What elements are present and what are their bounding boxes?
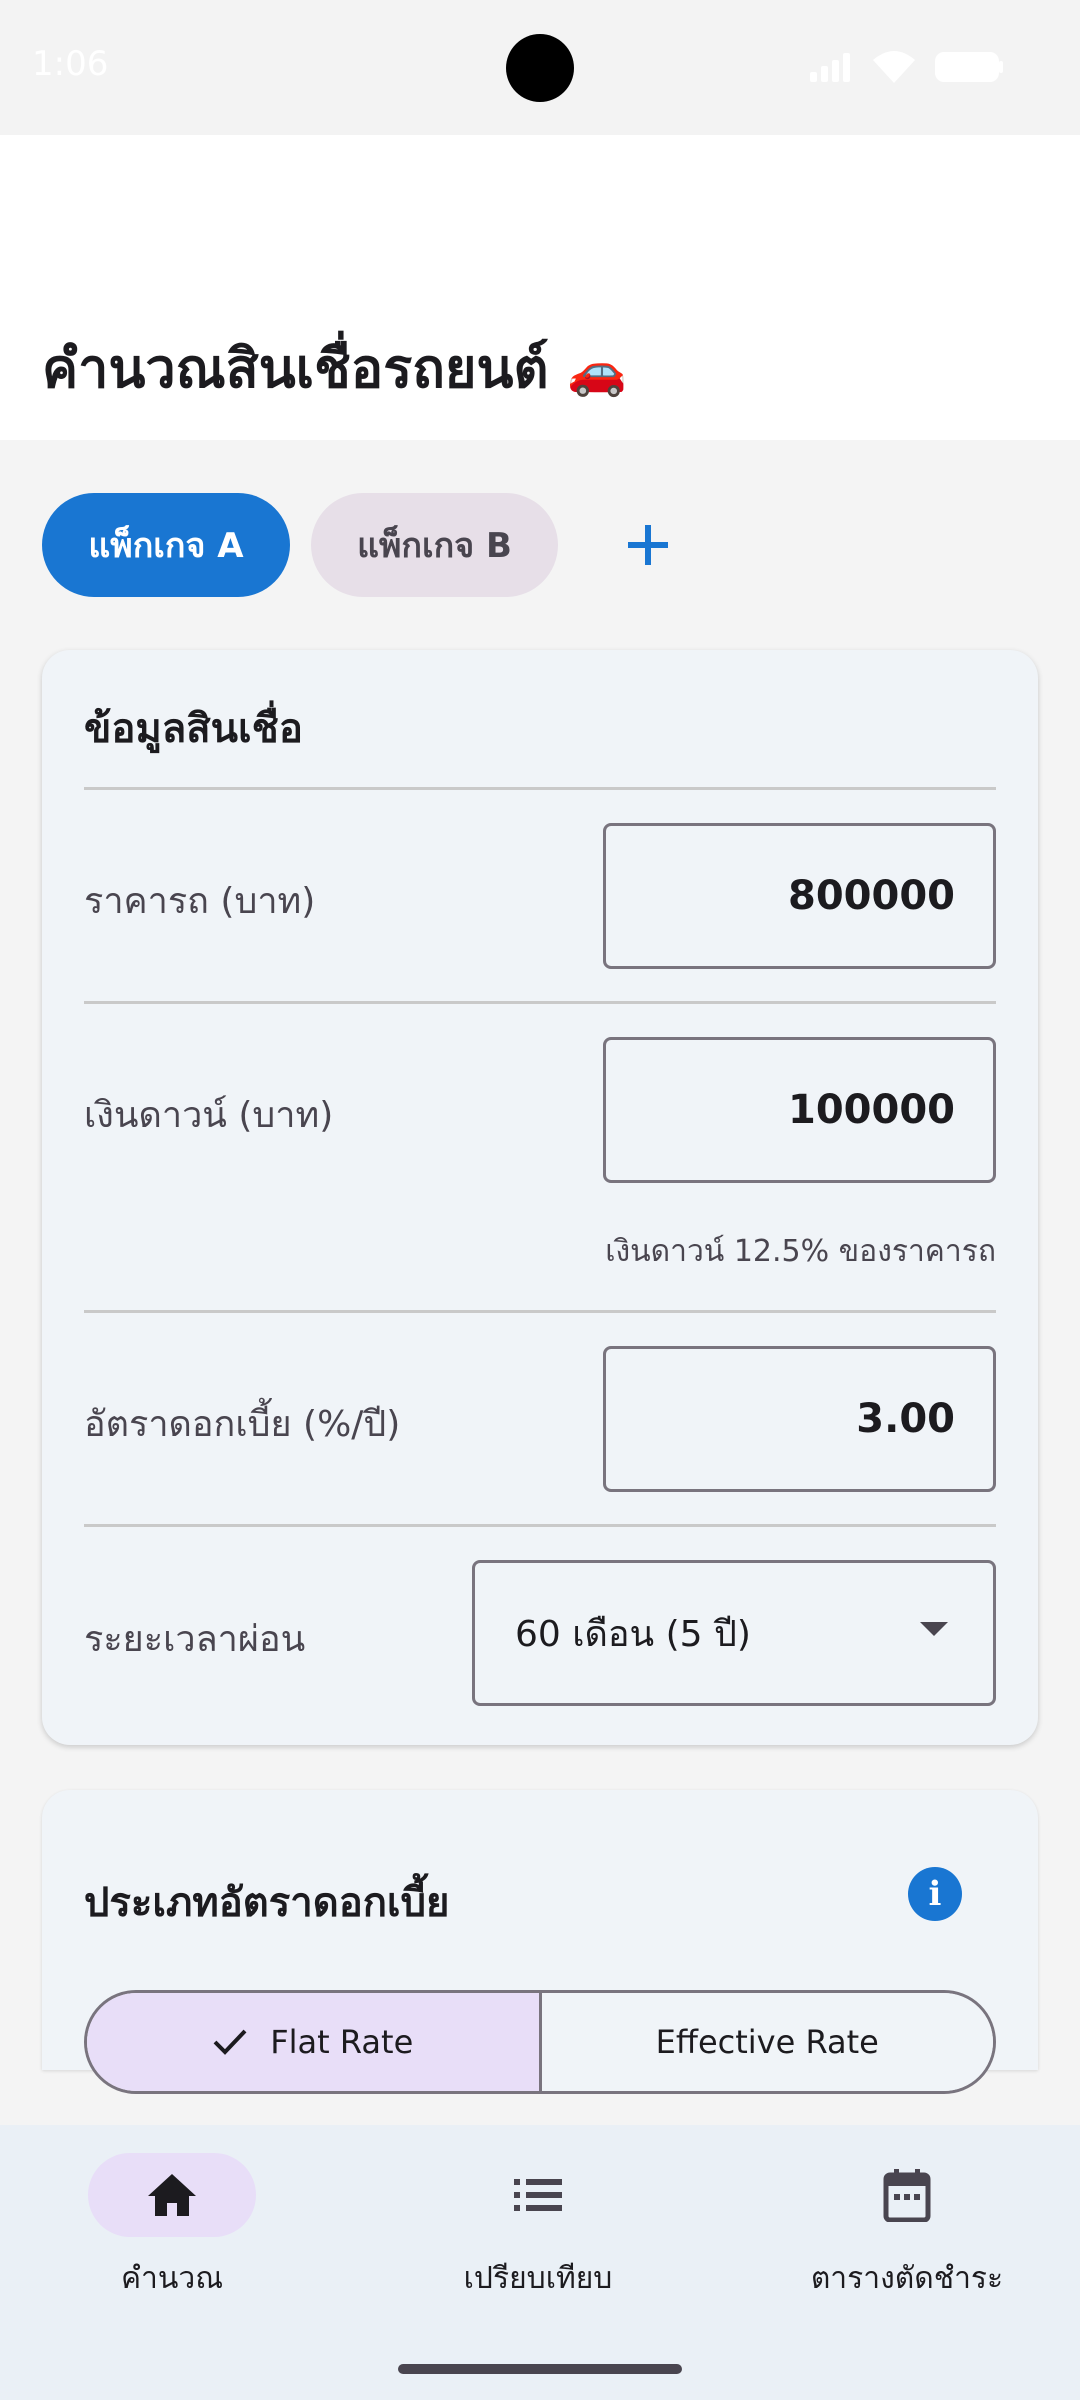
- divider: [84, 1524, 996, 1527]
- add-package-button[interactable]: [608, 505, 688, 585]
- status-bar: 1:06: [0, 0, 1080, 135]
- term-select[interactable]: 60 เดือน (5 ปี): [472, 1560, 996, 1706]
- app-bar: คำนวณสินเชื่อรถยนต์ 🚗: [0, 135, 1080, 440]
- down-payment-label: เงินดาวน์ (บาท): [84, 1095, 334, 1136]
- flat-rate-label: Flat Rate: [270, 2023, 414, 2061]
- nav-icon-container: [454, 2153, 622, 2237]
- car-emoji: 🚗: [567, 343, 628, 399]
- wifi-icon: [873, 51, 915, 83]
- term-label: ระยะเวลาผ่อน: [84, 1619, 306, 1660]
- dropdown-arrow-icon: [920, 1622, 948, 1636]
- calendar-icon: [883, 2169, 931, 2222]
- divider: [84, 787, 996, 790]
- info-icon[interactable]: i: [908, 1867, 962, 1921]
- rate-type-title: ประเภทอัตราดอกเบี้ย: [84, 1880, 450, 1926]
- gesture-bar[interactable]: [398, 2364, 682, 2374]
- check-icon: [213, 2029, 247, 2055]
- divider: [84, 1001, 996, 1004]
- nav-icon-container: [823, 2153, 991, 2237]
- status-icons: [808, 50, 1004, 84]
- rate-type-segmented-control: Flat Rate Effective Rate: [84, 1990, 996, 2094]
- page-title: คำนวณสินเชื่อรถยนต์ 🚗: [42, 325, 627, 411]
- effective-rate-option[interactable]: Effective Rate: [541, 1993, 993, 2091]
- effective-rate-label: Effective Rate: [655, 2023, 879, 2061]
- loan-info-card: ข้อมูลสินเชื่อ ราคารถ (บาท) 800000 เงินด…: [42, 650, 1038, 1745]
- interest-rate-label: อัตราดอกเบี้ย (%/ปี): [84, 1404, 401, 1445]
- plus-icon: [628, 525, 668, 565]
- divider: [84, 1310, 996, 1313]
- nav-item-calculate[interactable]: คำนวณ: [22, 2153, 322, 2313]
- list-icon: [514, 2179, 562, 2211]
- package-chip-b[interactable]: แพ็กเกจ B: [311, 493, 558, 597]
- package-chip-a[interactable]: แพ็กเกจ A: [42, 493, 290, 597]
- battery-icon: [935, 52, 1003, 82]
- flat-rate-option[interactable]: Flat Rate: [87, 1993, 542, 2091]
- nav-active-indicator: [88, 2153, 256, 2237]
- signal-icon: [810, 53, 850, 82]
- down-payment-helper: เงินดาวน์ 12.5% ของราคารถ: [605, 1234, 996, 1269]
- bottom-navigation: คำนวณ เปรียบเทียบ ตารางตัดชำระ: [0, 2125, 1080, 2400]
- down-payment-input[interactable]: 100000: [603, 1037, 996, 1183]
- nav-label-compare: เปรียบเทียบ: [463, 2261, 613, 2296]
- nav-label-calculate: คำนวณ: [120, 2261, 224, 2296]
- car-price-input[interactable]: 800000: [603, 823, 996, 969]
- term-select-value: 60 เดือน (5 ปี): [515, 1613, 751, 1655]
- nav-item-compare[interactable]: เปรียบเทียบ: [388, 2153, 688, 2313]
- home-icon: [148, 2174, 196, 2216]
- nav-item-schedule[interactable]: ตารางตัดชำระ: [757, 2153, 1057, 2313]
- rate-type-card: ประเภทอัตราดอกเบี้ย i Flat Rate Effectiv…: [42, 1790, 1038, 2094]
- page-title-text: คำนวณสินเชื่อรถยนต์: [42, 337, 549, 400]
- interest-rate-input[interactable]: 3.00: [603, 1346, 996, 1492]
- nav-label-schedule: ตารางตัดชำระ: [810, 2261, 1004, 2296]
- camera-cutout: [506, 34, 574, 102]
- loan-info-title: ข้อมูลสินเชื่อ: [84, 706, 303, 752]
- car-price-label: ราคารถ (บาท): [84, 881, 316, 922]
- status-time: 1:06: [32, 44, 109, 84]
